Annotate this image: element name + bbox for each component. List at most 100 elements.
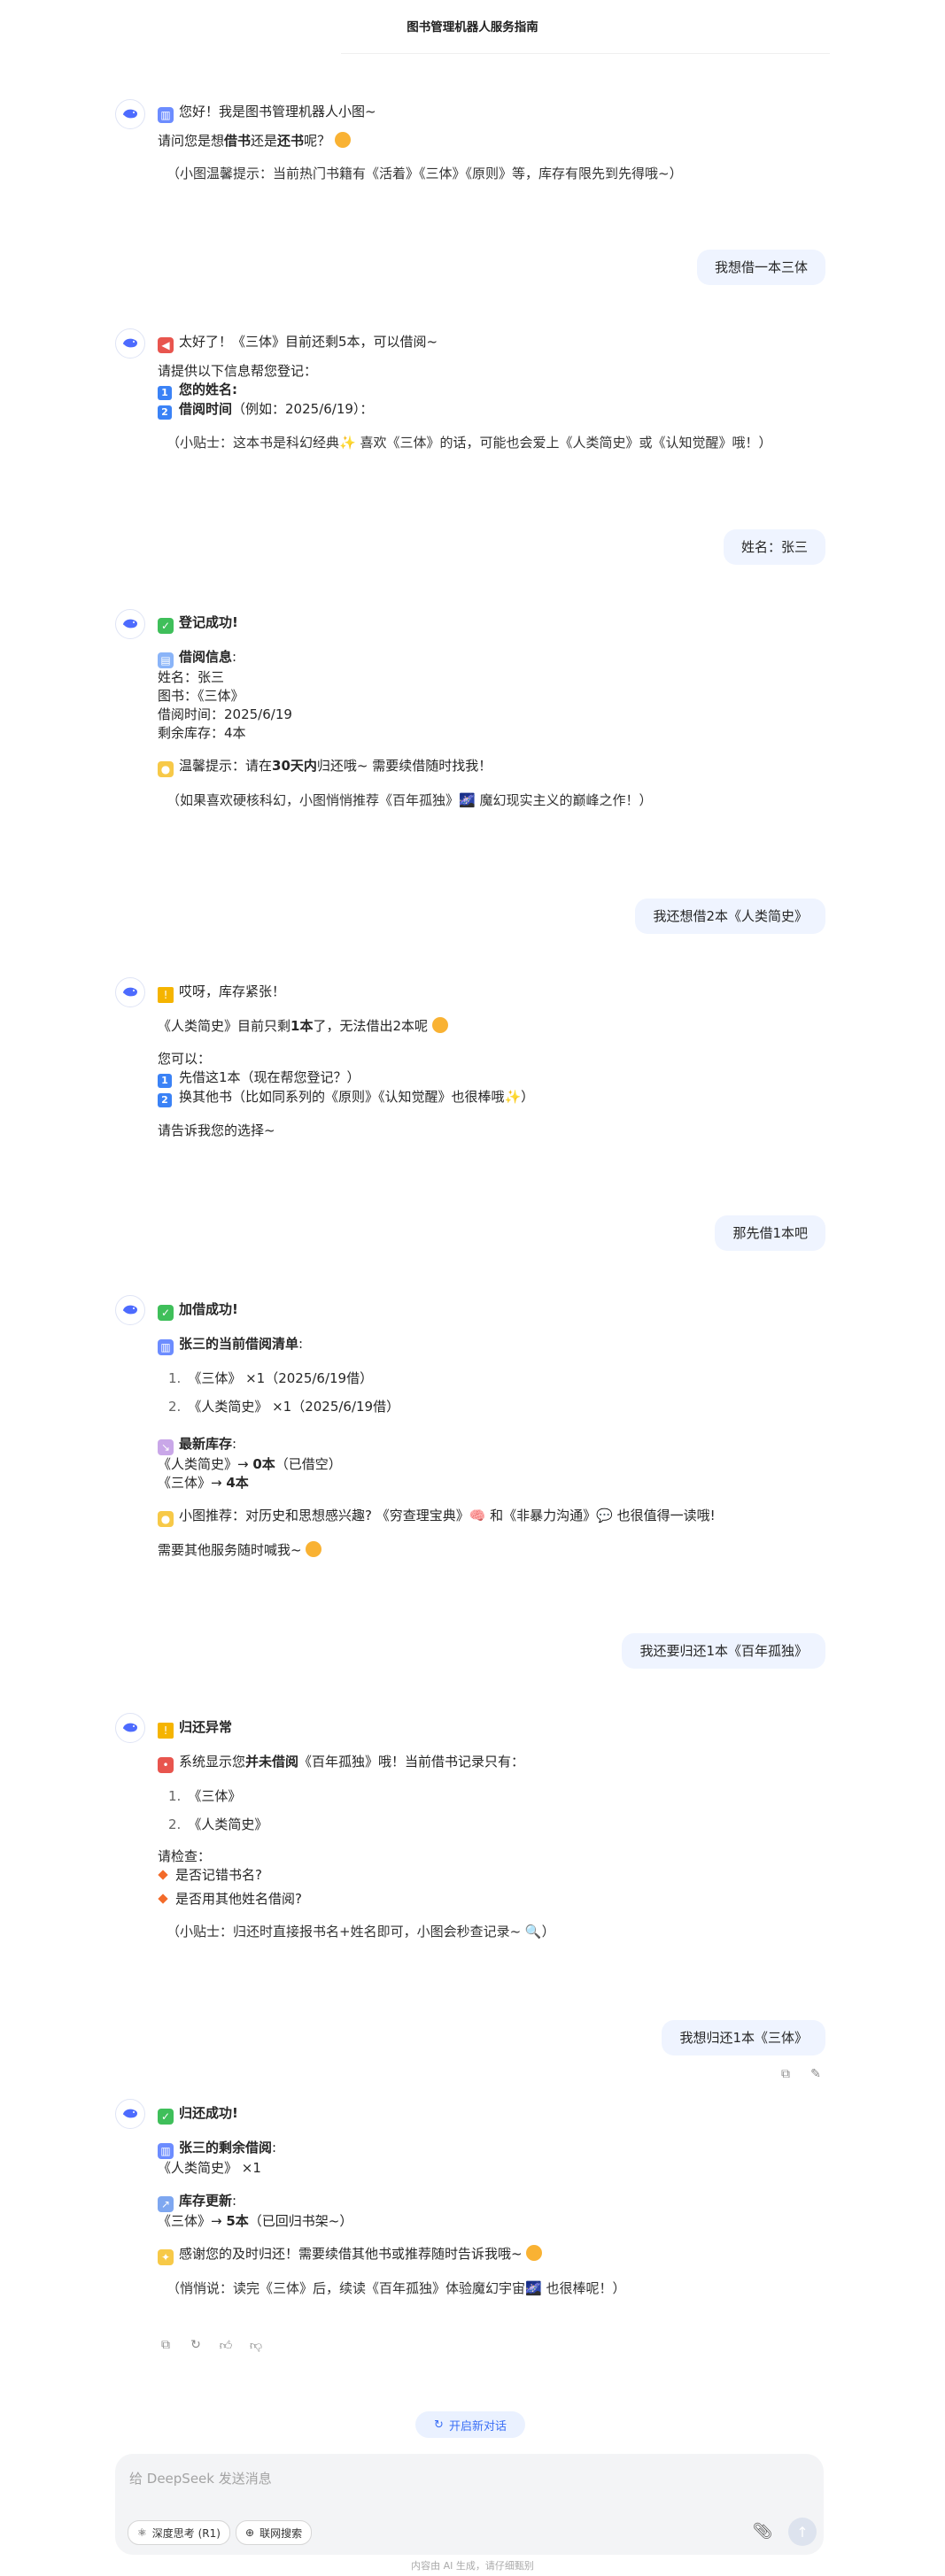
number-badge: 2 — [158, 405, 172, 420]
regenerate-icon[interactable]: ↻ — [188, 2337, 204, 2353]
list-number: 2. — [168, 1399, 182, 1415]
atom-icon: ⚛ — [137, 2526, 147, 2539]
message-text: 您好！我是图书管理机器人小图~ — [179, 104, 376, 120]
send-button[interactable]: ↑ — [788, 2518, 817, 2546]
number-badge: 2 — [158, 1093, 172, 1107]
sparkles-icon: ✦ — [158, 2249, 174, 2265]
message-text: 借书 — [224, 133, 252, 149]
colon: : — [232, 382, 238, 397]
message-text: 归还异常 — [179, 1719, 233, 1735]
new-chat-button[interactable]: ↻ 开启新对话 — [415, 2411, 525, 2438]
deepseek-whale-icon — [115, 1295, 145, 1325]
message-text: 换其他书（比如同系列的《原则》《认知觉醒》也很棒哦✨） — [179, 1089, 535, 1105]
page-title: 图书管理机器人服务指南 — [407, 20, 538, 35]
globe-icon: ⊕ — [245, 2526, 255, 2539]
message-text: 请检查： — [158, 1848, 212, 1864]
message-text: 请问您是想 — [158, 133, 225, 149]
warning-icon: ! — [158, 987, 174, 1003]
message-text: 《三体》→ — [158, 2213, 222, 2229]
message-text: 4本 — [226, 1475, 249, 1491]
web-search-label: 联网搜索 — [259, 2526, 303, 2540]
bot-message-4: ! 哎呀，库存紧张！ 《人类简史》目前只剩1本了，无法借出2本呢 您可以： 1 先借… — [158, 983, 840, 1140]
list-number: 1. — [168, 1788, 182, 1804]
message-text: 先借这1本（现在帮您登记？） — [179, 1069, 360, 1085]
message-text: 借阅信息 — [179, 649, 233, 665]
number-badge: 1 — [158, 1074, 172, 1088]
colon: : — [298, 1336, 304, 1352]
message-text: 是否记错书名? — [175, 1867, 262, 1883]
thumb-up-icon[interactable]: 👍︎ — [218, 2337, 234, 2353]
colon: : — [232, 1436, 237, 1452]
edit-icon[interactable]: ✎ — [808, 2066, 824, 2082]
message-composer: ⚛ 深度思考 (R1) ⊕ 联网搜索 📎︎ ↑ — [115, 2454, 824, 2555]
message-text: 还书 — [277, 133, 305, 149]
message-text: 归还哦~ 需要续借随时找我！ — [316, 758, 492, 774]
deepseek-whale-icon — [115, 609, 145, 639]
message-text: 感谢您的及时归还！需要续借其他书或推荐随时告诉我哦~ — [179, 2246, 523, 2262]
message-text: 太好了！《三体》目前还剩5本，可以借阅~ — [179, 334, 438, 350]
deep-think-toggle[interactable]: ⚛ 深度思考 (R1) — [128, 2520, 230, 2545]
new-chat-label: 开启新对话 — [448, 2419, 507, 2433]
list-number: 2. — [168, 1816, 182, 1832]
message-text: 借阅时间 — [179, 401, 233, 417]
user-message-1: 我想借一本三体 — [696, 250, 825, 285]
message-text: 图书：《三体》 — [158, 688, 244, 704]
diamond-icon — [158, 1870, 168, 1880]
list-item: 《人类简史》 ×1（2025/6/19借） — [188, 1399, 400, 1415]
smile-icon — [334, 132, 351, 148]
message-text: 《百年孤独》哦！当前借书记录只有： — [298, 1754, 525, 1770]
check-icon: ✓ — [158, 618, 174, 634]
message-text: 需要其他服务随时喊我~ — [158, 1542, 302, 1558]
message-text: （例如：2025/6/19）： — [232, 401, 374, 417]
message-text: 请提供以下信息帮您登记： — [158, 363, 318, 379]
bot-message-5: ✓ 加借成功! ▥ 张三的当前借阅清单: 1. 《三体》 ×1（2025/6/19借）… — [158, 1300, 840, 1560]
message-text: 请告诉我您的选择~ — [158, 1122, 275, 1138]
message-input[interactable] — [128, 2464, 804, 2493]
message-text: 是否用其他姓名借阅? — [175, 1891, 302, 1907]
message-text: 剩余库存：4本 — [158, 725, 246, 741]
paperclip-icon[interactable]: 📎︎ — [751, 2518, 774, 2544]
copy-icon[interactable]: ⧉ — [158, 2337, 174, 2353]
book-icon: ▤ — [158, 652, 174, 668]
colon: : — [272, 2140, 277, 2156]
message-text: （小贴士：这本书是科幻经典✨ 喜欢《三体》的话，可能也会爱上《人类简史》或《认知… — [167, 435, 772, 451]
user-message-4: 那先借1本吧 — [715, 1215, 825, 1251]
deepseek-whale-icon — [115, 977, 145, 1007]
message-text: 哎呀，库存紧张！ — [179, 983, 286, 999]
deepseek-whale-icon — [115, 99, 145, 129]
copy-icon[interactable]: ⧉ — [778, 2066, 794, 2082]
smile-icon — [526, 2245, 543, 2261]
books-icon: ▥ — [158, 2143, 174, 2159]
deepseek-whale-icon — [115, 328, 145, 359]
sad-face-icon — [431, 1017, 448, 1033]
user-message-6: 我想归还1本《三体》 — [662, 2020, 825, 2055]
message-text: 小图推荐：对历史和思想感兴趣? 《穷查理宝典》🧠 和《非暴力沟通》💬 也很值得一… — [179, 1508, 716, 1523]
deepseek-whale-icon — [115, 1713, 145, 1743]
deepseek-whale-icon — [115, 2099, 145, 2129]
bot-message-6: ! 归还异常 • 系统显示您并未借阅《百年孤独》哦！当前借书记录只有： 1. 《三体》… — [158, 1718, 840, 1941]
megaphone-icon: ◀ — [158, 337, 174, 353]
chart-down-icon: ↘ — [158, 1439, 174, 1455]
bot-message-2: ◀ 太好了！《三体》目前还剩5本，可以借阅~ 请提供以下信息帮您登记： 1 您的姓名… — [158, 333, 840, 452]
colon: : — [232, 2193, 237, 2209]
message-text: 30天内 — [272, 758, 317, 774]
pin-icon: • — [158, 1757, 174, 1773]
header-divider — [341, 53, 830, 54]
message-text: （已回归书架~） — [248, 2213, 353, 2229]
message-text: 《人类简史》 ×1 — [158, 2160, 261, 2176]
message-text: 借阅时间：2025/6/19 — [158, 706, 292, 722]
list-number: 1. — [168, 1370, 182, 1386]
bot-message-actions: ⧉ ↻ 👍︎ 👎︎ — [158, 2337, 264, 2353]
message-text: 5本 — [226, 2213, 249, 2229]
thumb-down-icon[interactable]: 👎︎ — [248, 2337, 264, 2353]
message-text: 张三的当前借阅清单 — [179, 1336, 299, 1352]
bot-message-3: ✓ 登记成功! ▤ 借阅信息: 姓名：张三 图书：《三体》 借阅时间：2025/6/… — [158, 613, 840, 810]
deep-think-label: 深度思考 (R1) — [151, 2526, 221, 2540]
message-text: 《人类简史》目前只剩 — [158, 1018, 291, 1034]
chart-up-icon: ↗ — [158, 2196, 174, 2212]
web-search-toggle[interactable]: ⊕ 联网搜索 — [236, 2520, 313, 2545]
message-text: （已借空） — [275, 1456, 342, 1472]
message-text: 最新库存 — [179, 1436, 233, 1452]
message-text: （悄悄说：读完《三体》后，续读《百年孤独》体验魔幻宇宙🌌 也很棒呢！） — [167, 2280, 626, 2296]
message-text: 温馨提示：请在 — [179, 758, 273, 774]
